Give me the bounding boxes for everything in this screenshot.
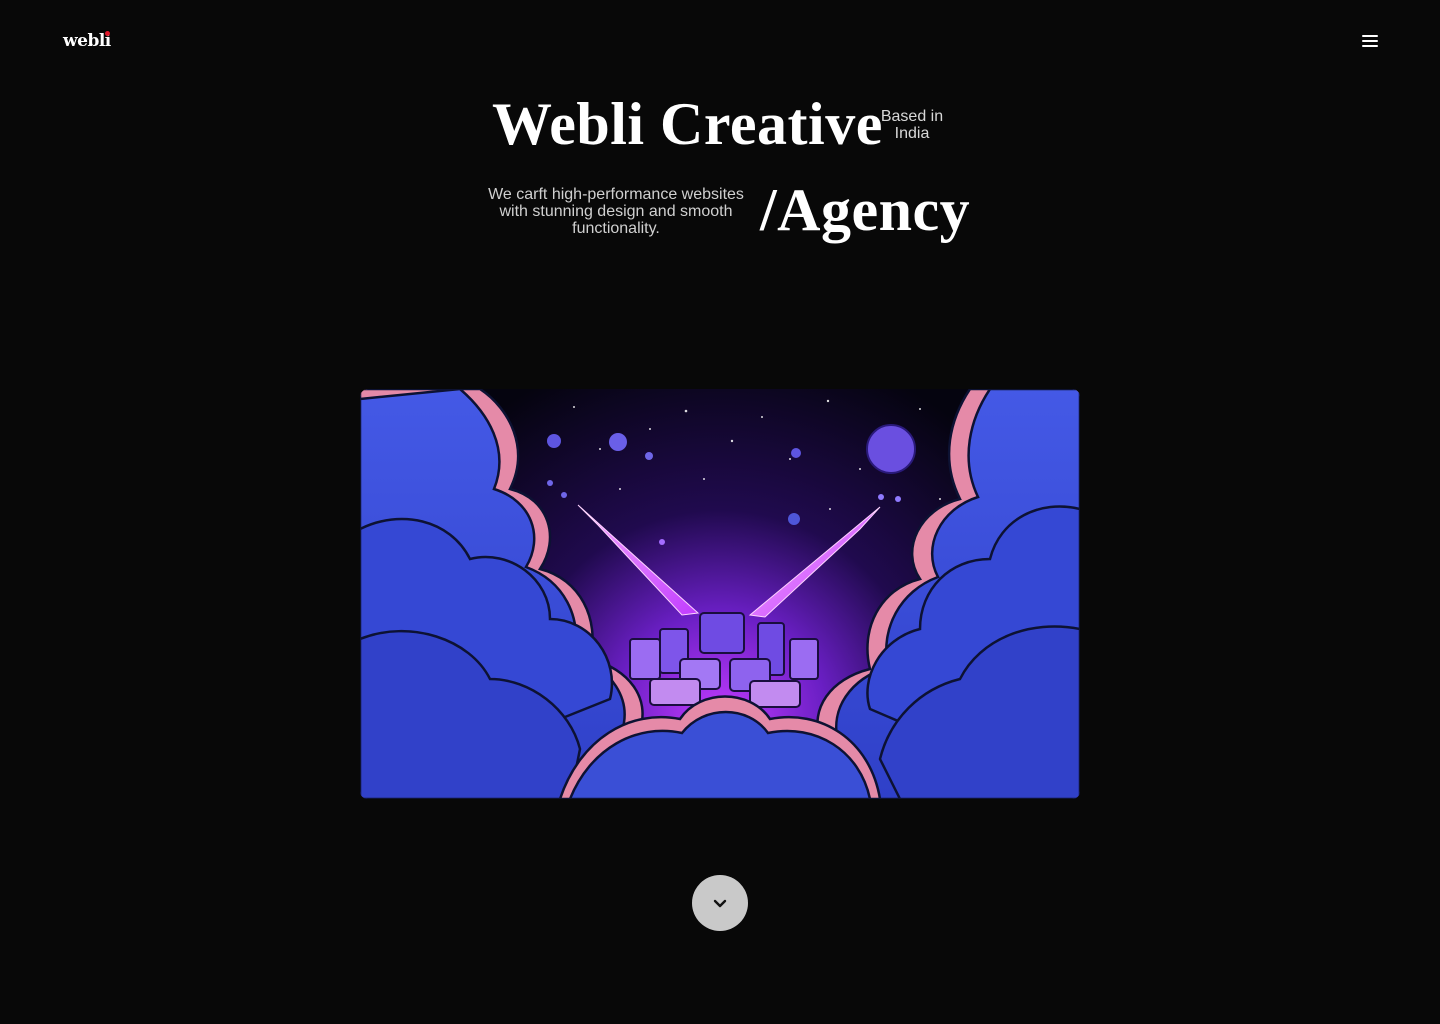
- hero-agency: /Agency: [760, 177, 971, 243]
- hero-location: Based in India: [880, 108, 944, 142]
- hero-description: We carft high-performance websites with …: [488, 186, 744, 237]
- logo-i: i: [104, 31, 111, 51]
- hamburger-menu-icon: [1362, 35, 1378, 47]
- artwork-illustration: [360, 389, 1080, 799]
- hero-artwork: [360, 389, 1080, 799]
- logo[interactable]: webl i: [63, 29, 111, 53]
- logo-text: webl: [63, 31, 105, 51]
- scroll-down-button[interactable]: [692, 875, 748, 931]
- hero-title: Webli Creative: [492, 91, 883, 157]
- menu-button[interactable]: [1358, 30, 1382, 52]
- page: webl i Webli Creative Based in India We c…: [0, 0, 1440, 1024]
- chevron-down-icon: [713, 899, 727, 908]
